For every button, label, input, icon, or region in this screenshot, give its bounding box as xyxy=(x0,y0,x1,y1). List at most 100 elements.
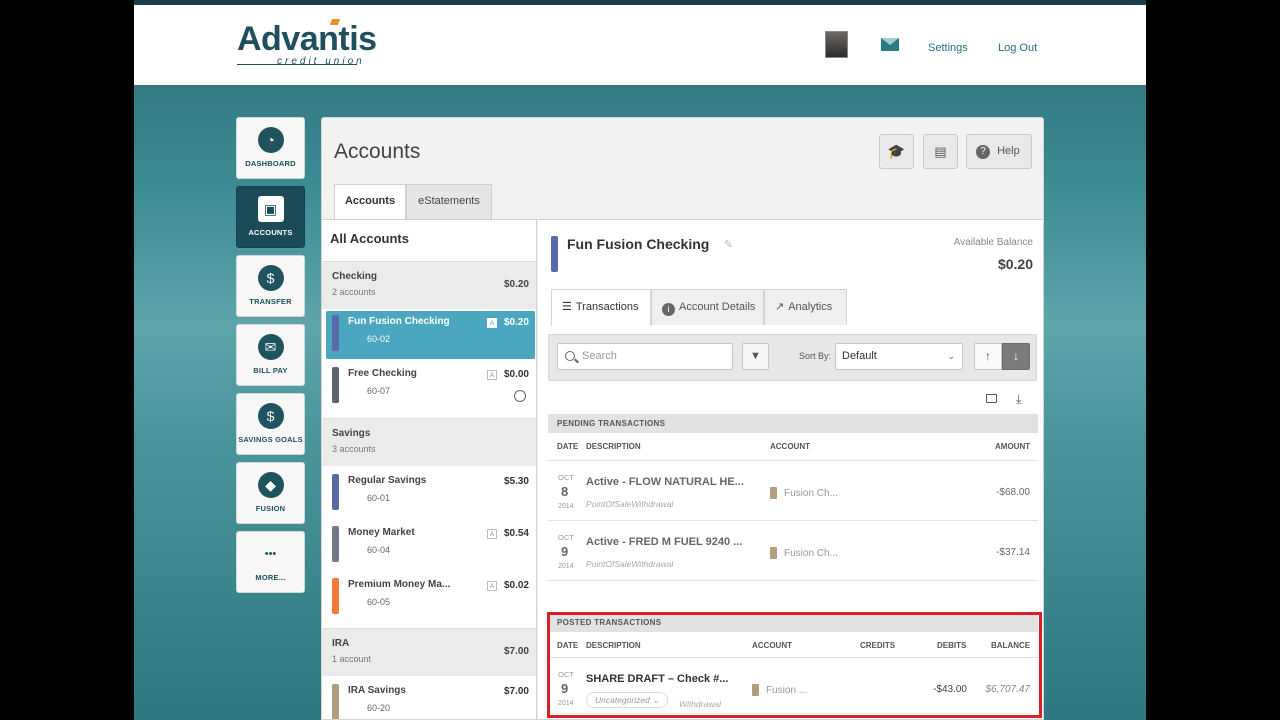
account-item-free-checking[interactable]: Free Checking 60-07 A $0.00 xyxy=(326,363,535,411)
info-icon: i xyxy=(662,303,675,316)
account-name: Free Checking xyxy=(348,368,417,379)
nav-more[interactable]: ••• MORE... xyxy=(236,531,305,593)
transaction-amount: -$68.00 xyxy=(996,487,1030,498)
sort-descending-button[interactable]: ↓ xyxy=(1002,343,1030,370)
all-accounts-heading: All Accounts xyxy=(330,231,409,246)
tab-estatements[interactable]: eStatements xyxy=(406,184,492,219)
nav-label: BILL PAY xyxy=(253,366,288,375)
date-month: OCT xyxy=(558,533,574,542)
column-date: DATE xyxy=(557,442,579,451)
account-balance: $7.00 xyxy=(503,686,529,697)
logo[interactable]: Advantis credit union xyxy=(237,19,377,67)
transaction-amount: -$37.14 xyxy=(996,547,1030,558)
header: Advantis credit union Settings Log Out xyxy=(134,5,1146,85)
tab-account-details[interactable]: i Account Details xyxy=(651,289,764,325)
tab-accounts[interactable]: Accounts xyxy=(334,184,406,220)
date-month: OCT xyxy=(558,473,574,482)
filter-button[interactable]: ▼ xyxy=(742,343,769,370)
account-balance: $0.54 xyxy=(503,528,529,539)
help-button[interactable]: ? Help xyxy=(966,134,1032,169)
group-name: Savings xyxy=(332,428,371,439)
account-item-ira-savings[interactable]: IRA Savings 60-20 $7.00 xyxy=(326,680,535,719)
account-number: 60-02 xyxy=(367,334,391,344)
nav-transfer[interactable]: $ TRANSFER xyxy=(236,255,305,317)
sort-select[interactable]: Default ⌄ xyxy=(835,343,963,370)
account-number: 60-05 xyxy=(367,597,391,607)
account-item-premium-money-market[interactable]: Premium Money Ma... 60-05 A $0.02 xyxy=(326,574,535,622)
group-ira[interactable]: IRA 1 account $7.00 xyxy=(322,628,536,676)
date-day: 9 xyxy=(561,544,569,559)
clock-icon xyxy=(514,390,526,402)
alert-badge: A xyxy=(487,581,497,591)
pending-row[interactable]: OCT 8 2014 Active - FLOW NATURAL HE... P… xyxy=(548,461,1038,521)
alert-badge: A xyxy=(487,529,497,539)
account-item-money-market[interactable]: Money Market 60-04 A $0.54 xyxy=(326,522,535,570)
download-icon[interactable]: ⤓ xyxy=(1016,393,1021,405)
dashboard-icon: ◔ xyxy=(257,127,284,153)
sort-ascending-button[interactable]: ↑ xyxy=(974,343,1002,370)
search-input[interactable]: Search xyxy=(557,343,733,370)
logout-link[interactable]: Log Out xyxy=(998,42,1037,54)
account-color-bar xyxy=(332,474,339,510)
nav-label: MORE... xyxy=(255,573,286,582)
print-icon[interactable] xyxy=(986,394,997,403)
newsletter-button[interactable]: ▤ xyxy=(923,134,958,169)
analytics-icon: ↗ xyxy=(775,301,785,313)
mail-icon[interactable] xyxy=(881,38,899,51)
account-balance: $0.20 xyxy=(503,317,529,328)
account-balance: $0.02 xyxy=(503,580,529,591)
arrow-up-icon: ↑ xyxy=(985,349,991,363)
transaction-type: PointOfSaleWithdrawal xyxy=(586,499,674,509)
nav-accounts[interactable]: ▣ ACCOUNTS xyxy=(236,186,305,248)
group-checking[interactable]: Checking 2 accounts $0.20 xyxy=(322,261,536,309)
sort-value: Default xyxy=(842,350,877,362)
tab-label: Transactions xyxy=(575,301,639,313)
date-year: 2014 xyxy=(558,563,574,570)
account-color-bar xyxy=(332,315,339,351)
settings-link[interactable]: Settings xyxy=(928,42,968,54)
transaction-description: Active - FRED M FUEL 9240 ... xyxy=(586,536,743,548)
nav-savings-goals[interactable]: $ SAVINGS GOALS xyxy=(236,393,305,455)
column-amount: AMOUNT xyxy=(995,442,1031,451)
account-item-regular-savings[interactable]: Regular Savings 60-01 $5.30 xyxy=(326,470,535,518)
account-item-fun-fusion-checking[interactable]: Fun Fusion Checking 60-02 A $0.20 xyxy=(326,311,535,359)
account-number: 60-07 xyxy=(367,386,391,396)
highlight-box xyxy=(547,612,1042,718)
group-count: 1 account xyxy=(332,654,372,664)
nav-fusion[interactable]: ◆ FUSION xyxy=(236,462,305,524)
account-color-bar xyxy=(551,236,558,272)
date-day: 8 xyxy=(561,484,569,499)
newspaper-icon: ▤ xyxy=(934,144,947,159)
nav-label: FUSION xyxy=(255,504,286,513)
pending-row[interactable]: OCT 9 2014 Active - FRED M FUEL 9240 ...… xyxy=(548,521,1038,581)
transactions-toolbar: Search ▼ Sort By: Default ⌄ ↑ ↓ xyxy=(548,334,1037,381)
tab-analytics[interactable]: ↗ Analytics xyxy=(764,289,847,325)
graduation-cap-icon: 🎓 xyxy=(887,143,906,159)
logo-divider xyxy=(237,64,357,65)
tab-label: Analytics xyxy=(788,301,833,313)
account-swatch xyxy=(770,487,777,499)
logo-main-text: Advantis xyxy=(237,20,377,58)
app-frame: Advantis credit union Settings Log Out ◔… xyxy=(134,0,1146,720)
group-savings[interactable]: Savings 3 accounts xyxy=(322,418,536,466)
account-number: 60-20 xyxy=(367,703,391,713)
available-balance-value: $0.20 xyxy=(997,256,1033,272)
edit-pencil-icon[interactable]: ✎ xyxy=(724,238,733,251)
account-name: Premium Money Ma... xyxy=(348,579,451,590)
tab-label: Account Details xyxy=(679,301,756,313)
account-detail: Fun Fusion Checking ✎ Available Balance … xyxy=(538,219,1043,719)
wallet-icon: ▣ xyxy=(257,196,284,222)
transfer-icon: $ xyxy=(257,265,284,291)
alert-badge: A xyxy=(487,318,497,328)
account-balance: $0.00 xyxy=(503,369,529,380)
nav-bill-pay[interactable]: ✉ BILL PAY xyxy=(236,324,305,386)
avatar[interactable] xyxy=(825,31,848,58)
nav-dashboard[interactable]: ◔ DASHBOARD xyxy=(236,117,305,179)
education-button[interactable]: 🎓 xyxy=(879,134,914,169)
transaction-account: Fusion Ch... xyxy=(770,547,838,559)
search-placeholder: Search xyxy=(582,350,617,362)
tab-transactions[interactable]: ☰ Transactions xyxy=(551,289,651,326)
account-balance: $5.30 xyxy=(503,476,529,487)
nav-label: SAVINGS GOALS xyxy=(238,435,303,444)
group-count: 3 accounts xyxy=(332,444,376,454)
